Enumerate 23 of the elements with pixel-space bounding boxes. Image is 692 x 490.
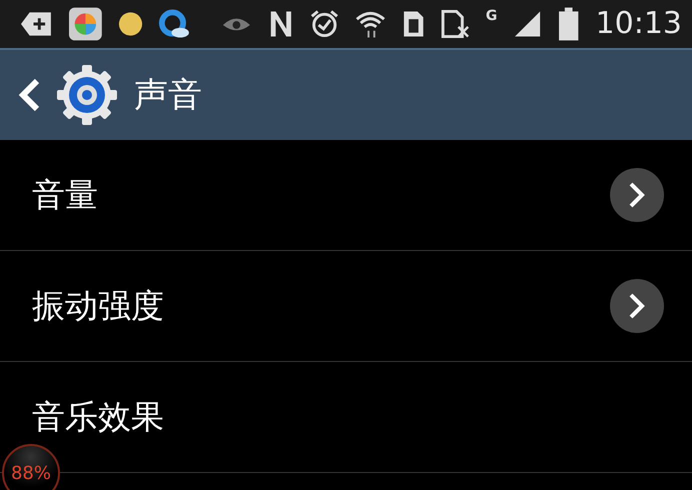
battery-icon bbox=[558, 7, 580, 41]
network-type-label: G bbox=[486, 7, 498, 26]
chevron-right-icon[interactable] bbox=[610, 168, 664, 222]
back-icon[interactable] bbox=[18, 78, 40, 112]
page-title: 声音 bbox=[134, 74, 202, 116]
settings-row[interactable]: 音量 bbox=[0, 140, 692, 251]
memory-widget[interactable]: 88% bbox=[2, 444, 60, 490]
settings-row[interactable]: 振动强度 bbox=[0, 251, 692, 362]
add-tab-icon bbox=[20, 10, 53, 38]
cloud-icon bbox=[158, 9, 190, 39]
row-label: 音量 bbox=[32, 174, 98, 216]
row-label: 音乐效果 bbox=[32, 396, 164, 438]
wifi-icon bbox=[354, 9, 386, 39]
dot-icon bbox=[118, 11, 143, 37]
app-icon bbox=[68, 7, 102, 41]
gear-icon bbox=[56, 64, 118, 126]
chevron-right-icon[interactable] bbox=[610, 279, 664, 333]
sim-card-off-icon bbox=[440, 9, 470, 39]
clock-time: 10:13 bbox=[596, 9, 682, 39]
sim-card-icon bbox=[402, 9, 425, 39]
signal-icon bbox=[513, 9, 542, 39]
row-label: 振动强度 bbox=[32, 285, 164, 328]
alarm-icon bbox=[310, 9, 339, 39]
